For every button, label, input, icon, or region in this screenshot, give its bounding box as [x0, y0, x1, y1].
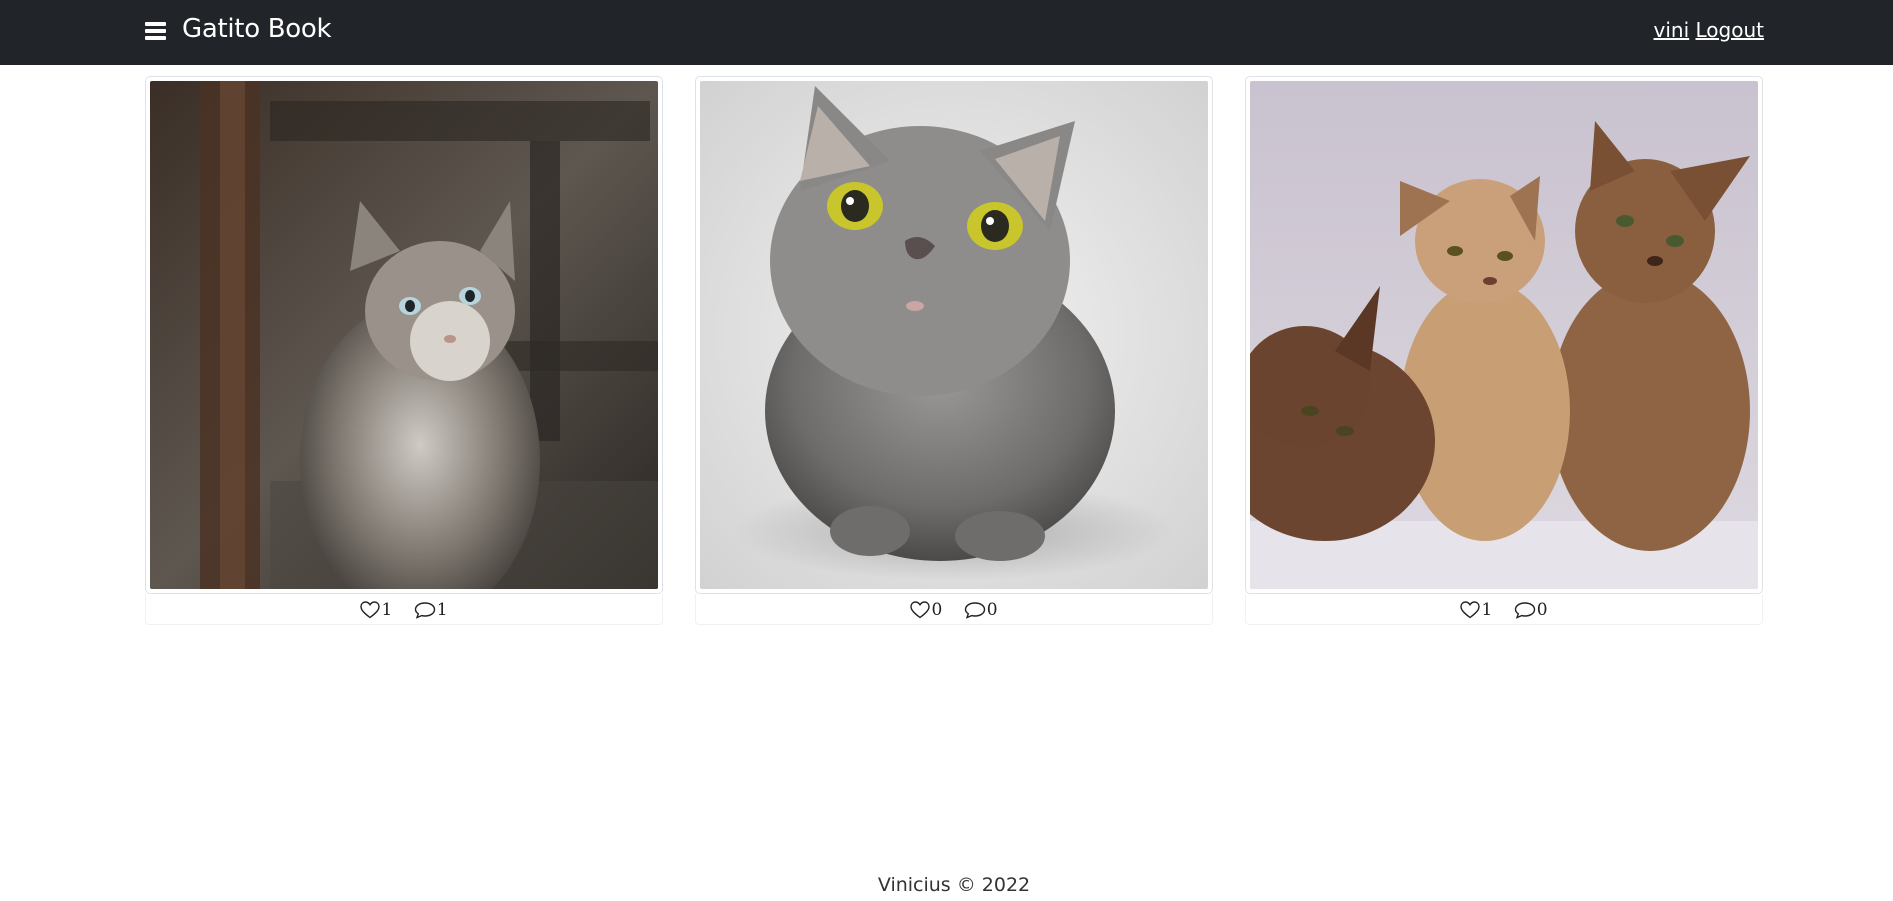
- photo-frame[interactable]: [1245, 76, 1763, 594]
- comment-counter[interactable]: 0: [1514, 600, 1548, 620]
- like-counter[interactable]: 0: [910, 600, 942, 620]
- navbar: Gatito Book vini Logout: [0, 0, 1893, 65]
- brown-kittens-photo[interactable]: [1250, 81, 1758, 589]
- heart-icon: [910, 601, 931, 619]
- comment-count: 0: [1536, 600, 1548, 620]
- kitten-photo[interactable]: [150, 81, 658, 589]
- like-counter[interactable]: 1: [360, 600, 392, 620]
- like-counter[interactable]: 1: [1460, 600, 1492, 620]
- comment-icon: [1514, 602, 1535, 619]
- footer: Vinicius © 2022: [0, 874, 1893, 896]
- comment-icon: [964, 602, 985, 619]
- grey-cat-photo[interactable]: [700, 81, 1208, 589]
- photo-card: 0 0: [695, 76, 1213, 625]
- comment-icon: [414, 602, 435, 619]
- username-link[interactable]: vini: [1654, 18, 1690, 42]
- photo-card: 1 1: [145, 76, 663, 625]
- photo-card: 1 0: [1245, 76, 1763, 625]
- heart-icon: [360, 601, 381, 619]
- photo-stats: 1 0: [1245, 594, 1763, 625]
- comment-counter[interactable]: 0: [964, 600, 998, 620]
- heart-icon: [1460, 601, 1481, 619]
- photo-frame[interactable]: [695, 76, 1213, 594]
- user-menu: vini Logout: [1654, 18, 1764, 42]
- photo-stats: 0 0: [695, 594, 1213, 625]
- logout-link[interactable]: Logout: [1696, 18, 1764, 42]
- like-count: 0: [931, 600, 943, 620]
- comment-count: 0: [986, 600, 998, 620]
- photo-stats: 1 1: [145, 594, 663, 625]
- comment-counter[interactable]: 1: [414, 600, 448, 620]
- menu-icon[interactable]: [145, 22, 166, 40]
- brand-title[interactable]: Gatito Book: [182, 14, 332, 44]
- like-count: 1: [1481, 600, 1493, 620]
- photo-frame[interactable]: [145, 76, 663, 594]
- like-count: 1: [381, 600, 393, 620]
- footer-text: Vinicius © 2022: [877, 874, 1031, 896]
- comment-count: 1: [436, 600, 448, 620]
